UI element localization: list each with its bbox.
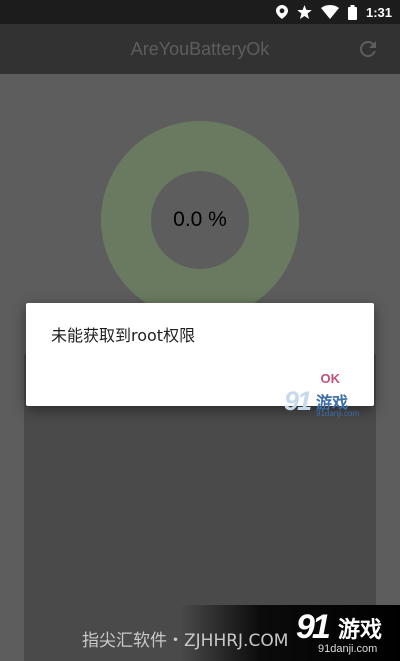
watermark-large-text: 游戏 bbox=[338, 618, 383, 643]
ok-button[interactable]: OK bbox=[321, 371, 341, 386]
watermark-large-url: 91danji.com bbox=[318, 643, 378, 655]
wifi-icon bbox=[320, 5, 339, 19]
battery-icon bbox=[347, 4, 357, 20]
status-icons: 1:31 bbox=[275, 0, 392, 24]
status-time: 1:31 bbox=[365, 4, 392, 20]
donut-center: 0.0 % bbox=[151, 171, 249, 269]
refresh-button[interactable] bbox=[356, 37, 380, 61]
app-bar: AreYouBatteryOk bbox=[0, 24, 400, 74]
battery-donut-chart: 0.0 % bbox=[101, 121, 299, 319]
watermark-logo-large: 91 游戏 91danji.com bbox=[296, 606, 400, 658]
watermark-large-number: 91 bbox=[296, 608, 331, 646]
dialog-message: 未能获取到root权限 bbox=[51, 326, 196, 345]
watermark-footer-text: 指尖汇软件・ZJHHRJ.COM bbox=[82, 631, 289, 651]
watermark-small-url: 91danji.com bbox=[316, 409, 360, 418]
star-icon bbox=[297, 5, 312, 19]
refresh-icon bbox=[359, 40, 376, 57]
app-title: AreYouBatteryOk bbox=[130, 39, 270, 59]
status-bar: 1:31 bbox=[0, 0, 400, 24]
watermark-small-number: 91 bbox=[284, 386, 312, 416]
watermark-logo-small: 91 游戏 91danji.com bbox=[284, 386, 376, 422]
battery-percent: 0.0 % bbox=[173, 208, 227, 231]
location-icon bbox=[275, 5, 288, 19]
